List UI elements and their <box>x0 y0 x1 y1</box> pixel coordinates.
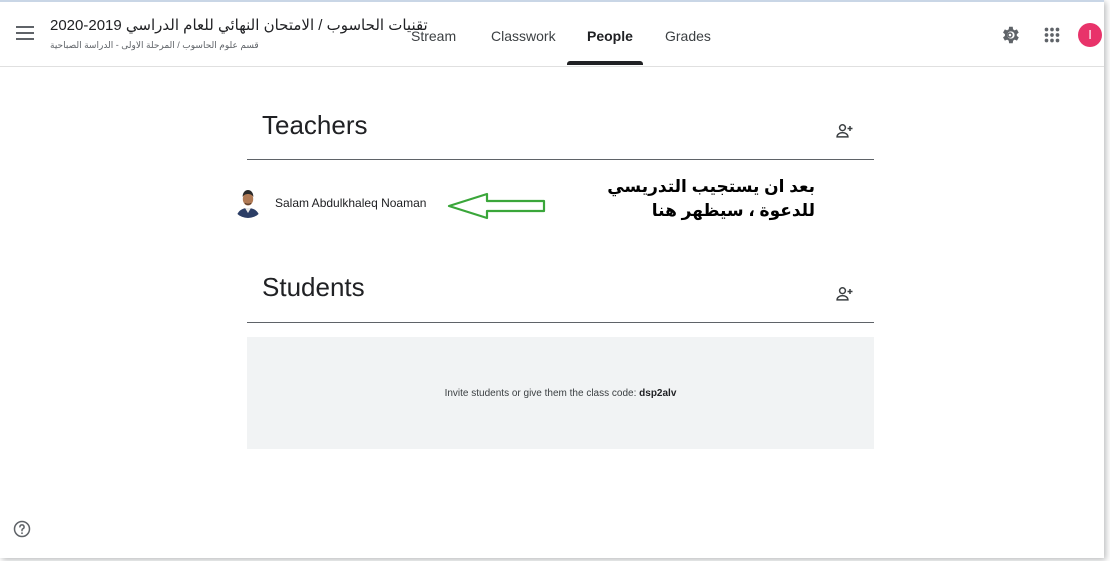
help-circle-icon[interactable] <box>12 519 32 539</box>
teacher-name: Salam Abdulkhaleq Noaman <box>275 196 427 210</box>
top-app-bar: تقنيات الحاسوب / الامتحان النهائي للعام … <box>0 2 1104 67</box>
class-code[interactable]: dsp2alv <box>639 388 676 399</box>
teachers-divider <box>247 159 874 160</box>
invite-students-panel: Invite students or give them the class c… <box>247 337 874 449</box>
annotation-text: بعد ان يستجيب التدريسي للدعوة ، سيظهر هن… <box>555 175 815 223</box>
teacher-avatar <box>232 186 264 218</box>
tab-people[interactable]: People <box>587 28 633 44</box>
class-title[interactable]: تقنيات الحاسوب / الامتحان النهائي للعام … <box>50 16 428 34</box>
active-tab-indicator <box>567 61 643 65</box>
invite-students-icon[interactable] <box>835 284 855 304</box>
tab-classwork[interactable]: Classwork <box>491 28 556 44</box>
tab-stream[interactable]: Stream <box>411 28 456 44</box>
apps-grid-icon[interactable] <box>1041 24 1063 46</box>
tab-grades[interactable]: Grades <box>665 28 711 44</box>
class-subtitle: قسم علوم الحاسوب / المرحلة الاولى - الدر… <box>50 40 259 50</box>
invite-message: Invite students or give them the class c… <box>247 388 874 399</box>
students-divider <box>247 322 874 323</box>
invite-text: Invite students or give them the class c… <box>444 388 637 399</box>
gear-icon[interactable] <box>999 24 1021 46</box>
classroom-window: تقنيات الحاسوب / الامتحان النهائي للعام … <box>0 0 1104 558</box>
annotation-line-2: للدعوة ، سيظهر هنا <box>651 201 815 220</box>
students-heading: Students <box>262 272 365 302</box>
add-teacher-icon[interactable] <box>835 121 855 141</box>
account-avatar[interactable]: I <box>1078 23 1102 47</box>
teachers-heading: Teachers <box>262 110 368 140</box>
menu-icon[interactable] <box>14 22 36 44</box>
annotation-arrow <box>447 192 546 220</box>
annotation-line-1: بعد ان يستجيب التدريسي <box>607 177 815 196</box>
